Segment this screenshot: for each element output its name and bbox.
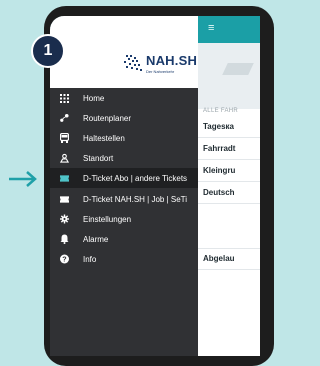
nah-sh-logo: NAH.SH [146,53,198,68]
svg-text:?: ? [62,255,66,264]
menu-item-label: Einstellungen [83,214,132,224]
grid-icon [60,93,69,103]
menu-item-alarme[interactable]: Alarme [50,229,198,249]
hero-banner [198,43,260,109]
menu-item-label: Info [83,254,97,264]
menu-item-d-ticket-nah-sh[interactable]: D-Ticket NAH.SH | Job | SeTi [50,189,198,209]
ticket-icon [60,195,69,204]
menu-item-einstellungen[interactable]: Einstellungen [50,209,198,229]
ticket-item[interactable]: Tagesка [198,116,260,138]
menu-item-routenplaner[interactable]: Routenplaner [50,108,198,128]
bus-stop-icon [60,133,69,143]
menu-item-label: Standort [83,153,114,163]
menu-item-label: Haltestellen [83,133,125,143]
expired-subscription-item[interactable]: Abgelau [198,248,260,270]
phone-screen: ≡ ALLE FAHR Tagesка Fahrradt Kleingru De… [50,16,260,356]
navigation-drawer: NAH.SH Der Nahverkehr Home Routenplaner … [50,16,198,356]
ticket-list: Tagesка Fahrradt Kleingru Deutsch [198,116,260,204]
section-label: ALLE FAHR [203,108,239,114]
menu-item-d-ticket-abo[interactable]: D-Ticket Abo | andere Tickets [50,168,198,188]
location-person-icon [60,153,69,163]
menu-item-label: Home [83,93,105,103]
nah-sh-logo-icon [124,55,142,71]
hero-illustration [222,63,254,75]
menu-item-label: D-Ticket Abo | andere Tickets [83,173,188,183]
ticket-item[interactable]: Kleingru [198,160,260,182]
drawer-header [50,16,198,88]
bell-icon [60,234,69,244]
ticket-icon [60,174,69,183]
help-icon: ? [60,254,69,264]
menu-item-label: D-Ticket NAH.SH | Job | SeTi [83,194,188,204]
menu-item-home[interactable]: Home [50,88,198,108]
gear-icon [60,214,69,224]
ticket-item[interactable]: Deutsch [198,182,260,204]
route-icon [60,113,69,123]
pointer-arrow [9,171,37,187]
menu-item-haltestellen[interactable]: Haltestellen [50,128,198,148]
menu-item-label: Routenplaner [83,113,132,123]
drawer-menu: Home Routenplaner Haltestellen Standort [50,88,198,269]
step-number-badge: 1 [31,34,65,68]
menu-item-info[interactable]: ? Info [50,249,198,269]
logo-subtitle: Der Nahverkehr [146,69,175,74]
menu-item-standort[interactable]: Standort [50,148,198,168]
menu-item-label: Alarme [83,234,109,244]
menu-icon[interactable]: ≡ [208,23,214,34]
ticket-item[interactable]: Fahrradt [198,138,260,160]
